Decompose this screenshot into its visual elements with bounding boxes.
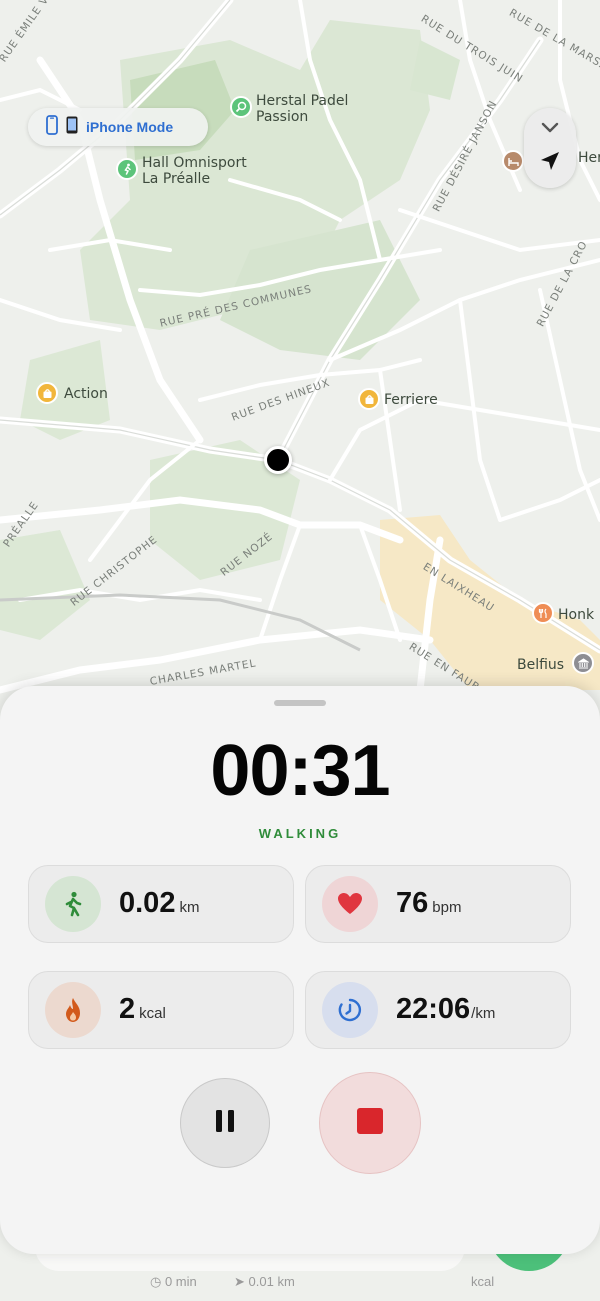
place-label[interactable]: Belfius (517, 657, 564, 673)
pace-timer-icon (322, 982, 378, 1038)
heart-rate-card: 76 bpm (305, 865, 571, 943)
stat-unit: km (179, 899, 200, 916)
heart-icon (322, 876, 378, 932)
hotel-icon[interactable] (502, 150, 524, 172)
sheet-drag-handle[interactable] (274, 700, 326, 706)
stat-unit: kcal (139, 1005, 166, 1022)
distance-stat: 0.02 km (119, 887, 199, 920)
stat-value: 2 (119, 993, 136, 1025)
shopping-bag-icon[interactable] (358, 388, 380, 410)
tennis-icon[interactable] (230, 96, 252, 118)
current-location-dot (264, 446, 292, 474)
place-label[interactable]: Hall Omnisport La Préalle (142, 155, 247, 187)
duration-text: ◷ 0 min (150, 1274, 197, 1289)
flame-icon (45, 982, 101, 1038)
place-label[interactable]: Hera (578, 150, 600, 166)
activity-type: WALKING (258, 826, 342, 841)
place-label[interactable]: Honk (558, 607, 594, 623)
calories-card: 2 kcal (28, 971, 294, 1049)
phone-icon (46, 114, 58, 140)
mode-label: iPhone Mode (86, 119, 174, 135)
location-arrow-icon[interactable] (537, 148, 563, 179)
phone-icon (66, 116, 78, 139)
iphone-mode-pill[interactable]: iPhone Mode (28, 108, 208, 146)
stat-value: 22:06 (396, 993, 471, 1025)
elapsed-timer: 00:31 (210, 731, 390, 811)
workout-sheet: 00:31 WALKING 0.02 km 76 bpm 2 kcal 22:06/k… (0, 686, 600, 1254)
distance-text: ➤ 0.01 km (234, 1274, 295, 1289)
map-controls (524, 108, 576, 188)
pause-button[interactable] (180, 1078, 270, 1168)
sport-icon[interactable] (116, 158, 138, 180)
calories-stat: 2 kcal (119, 993, 166, 1026)
clock-icon: ◷ (150, 1274, 162, 1289)
distance-card: 0.02 km (28, 865, 294, 943)
kcal-text: kcal (471, 1274, 495, 1289)
shopping-bag-icon[interactable] (36, 382, 58, 404)
bank-icon[interactable] (572, 652, 594, 674)
stat-value: 0.02 (119, 887, 176, 919)
place-label[interactable]: Action (64, 386, 108, 402)
heart-rate-stat: 76 bpm (396, 887, 461, 920)
stat-value: 76 (396, 887, 429, 919)
stat-unit: bpm (432, 899, 462, 916)
stop-icon (356, 1107, 384, 1140)
restaurant-icon[interactable] (532, 602, 554, 624)
chevron-down-icon[interactable] (538, 118, 562, 141)
place-label[interactable]: Herstal Padel Passion (256, 93, 348, 125)
location-arrow-icon: ➤ (234, 1274, 245, 1289)
pace-stat: 22:06/km (396, 993, 495, 1026)
pace-card: 22:06/km (305, 971, 571, 1049)
place-label[interactable]: Ferriere (384, 392, 438, 408)
stop-button[interactable] (319, 1072, 421, 1174)
stat-unit: /km (471, 1005, 496, 1022)
walking-icon (45, 876, 101, 932)
pause-icon (214, 1108, 236, 1139)
